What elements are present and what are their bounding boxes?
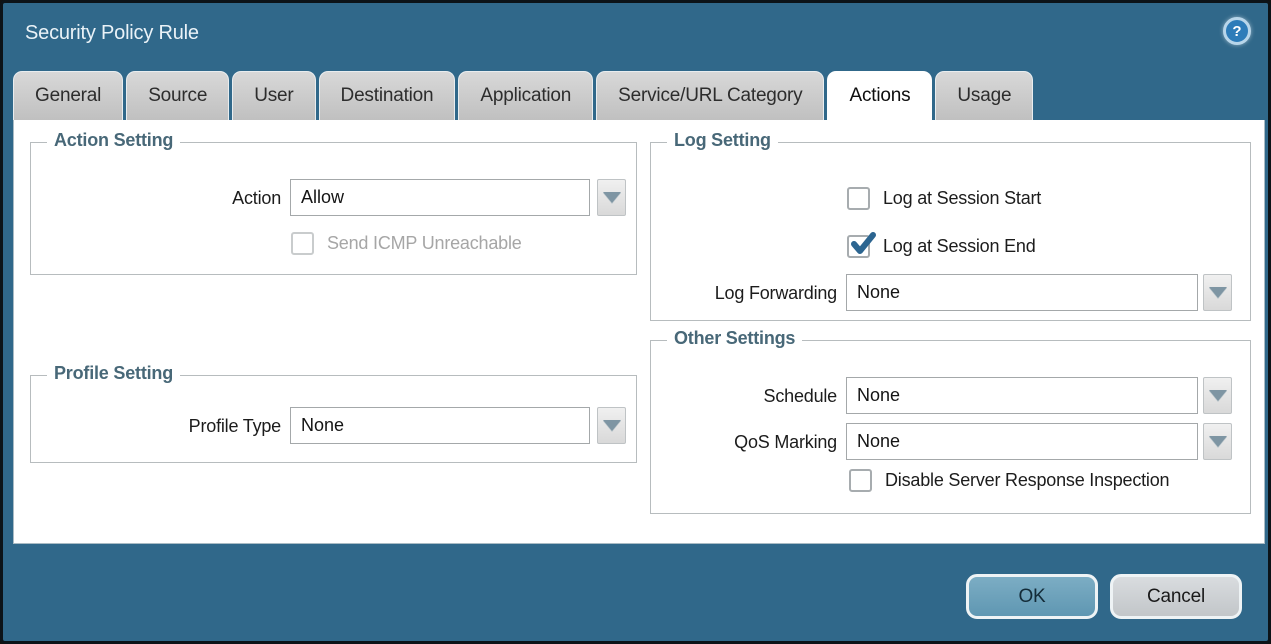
log-forwarding-select-value: None — [857, 282, 900, 303]
ok-button-label: OK — [1018, 586, 1045, 608]
chevron-down-icon — [603, 420, 621, 431]
tab-label: Usage — [957, 85, 1011, 107]
send-icmp-unreachable-label: Send ICMP Unreachable — [327, 233, 522, 254]
disable-server-response-inspection-label: Disable Server Response Inspection — [885, 470, 1169, 491]
profile-type-label: Profile Type — [31, 416, 281, 437]
checkmark-icon — [848, 230, 878, 260]
log-forwarding-label: Log Forwarding — [651, 283, 837, 304]
schedule-select-arrow-button[interactable] — [1203, 377, 1232, 414]
security-policy-rule-dialog: Security Policy Rule ? General Source Us… — [0, 0, 1271, 644]
tab-usage[interactable]: Usage — [935, 71, 1033, 120]
tab-service-url-category[interactable]: Service/URL Category — [596, 71, 824, 120]
tab-actions[interactable]: Actions — [827, 71, 932, 120]
tab-label: Destination — [341, 85, 434, 107]
action-select[interactable]: Allow — [290, 179, 590, 216]
profile-type-select[interactable]: None — [290, 407, 590, 444]
log-session-start-checkbox-row[interactable]: Log at Session Start — [847, 187, 1041, 210]
log-setting-group: Log Setting Log at Session Start Log at … — [650, 142, 1251, 321]
cancel-button-label: Cancel — [1147, 586, 1205, 608]
profile-type-select-value: None — [301, 415, 344, 436]
disable-server-response-inspection-checkbox[interactable] — [849, 469, 872, 492]
titlebar: Security Policy Rule ? — [3, 3, 1268, 67]
dialog-title: Security Policy Rule — [25, 22, 199, 45]
tab-destination[interactable]: Destination — [319, 71, 456, 120]
tab-bar: General Source User Destination Applicat… — [13, 71, 1033, 120]
action-label: Action — [31, 188, 281, 209]
qos-marking-select-arrow-button[interactable] — [1203, 423, 1232, 460]
tab-source[interactable]: Source — [126, 71, 229, 120]
action-setting-group: Action Setting Action Allow Send ICMP Un… — [30, 142, 637, 275]
schedule-select-value: None — [857, 385, 900, 406]
tab-general[interactable]: General — [13, 71, 123, 120]
profile-setting-legend: Profile Setting — [47, 363, 180, 384]
log-session-end-checkbox-row[interactable]: Log at Session End — [847, 235, 1036, 258]
send-icmp-unreachable-checkbox — [291, 232, 314, 255]
action-setting-legend: Action Setting — [47, 130, 180, 151]
qos-marking-select-value: None — [857, 431, 900, 452]
schedule-label: Schedule — [651, 386, 837, 407]
send-icmp-unreachable-checkbox-row: Send ICMP Unreachable — [291, 232, 522, 255]
chevron-down-icon — [1209, 436, 1227, 447]
schedule-select[interactable]: None — [846, 377, 1198, 414]
action-select-value: Allow — [301, 187, 344, 208]
chevron-down-icon — [1209, 287, 1227, 298]
log-session-start-label: Log at Session Start — [883, 188, 1041, 209]
action-select-arrow-button[interactable] — [597, 179, 626, 216]
chevron-down-icon — [603, 192, 621, 203]
tab-application[interactable]: Application — [458, 71, 593, 120]
log-session-end-label: Log at Session End — [883, 236, 1036, 257]
ok-button[interactable]: OK — [966, 574, 1098, 619]
help-icon[interactable]: ? — [1223, 17, 1251, 45]
profile-setting-group: Profile Setting Profile Type None — [30, 375, 637, 463]
tab-user[interactable]: User — [232, 71, 315, 120]
log-forwarding-select-arrow-button[interactable] — [1203, 274, 1232, 311]
tab-label: Application — [480, 85, 571, 107]
tab-label: General — [35, 85, 101, 107]
tab-label: Source — [148, 85, 207, 107]
tab-label: User — [254, 85, 293, 107]
cancel-button[interactable]: Cancel — [1110, 574, 1242, 619]
log-session-start-checkbox[interactable] — [847, 187, 870, 210]
other-settings-legend: Other Settings — [667, 328, 802, 349]
profile-type-select-arrow-button[interactable] — [597, 407, 626, 444]
other-settings-group: Other Settings Schedule None QoS Marking… — [650, 340, 1251, 514]
chevron-down-icon — [1209, 390, 1227, 401]
actions-tab-panel: Action Setting Action Allow Send ICMP Un… — [13, 120, 1265, 544]
qos-marking-select[interactable]: None — [846, 423, 1198, 460]
disable-server-response-inspection-checkbox-row[interactable]: Disable Server Response Inspection — [849, 469, 1169, 492]
log-forwarding-select[interactable]: None — [846, 274, 1198, 311]
help-glyph: ? — [1232, 23, 1241, 40]
log-setting-legend: Log Setting — [667, 130, 778, 151]
qos-marking-label: QoS Marking — [651, 432, 837, 453]
tab-label: Actions — [849, 85, 910, 107]
tab-label: Service/URL Category — [618, 85, 802, 107]
log-session-end-checkbox[interactable] — [847, 235, 870, 258]
